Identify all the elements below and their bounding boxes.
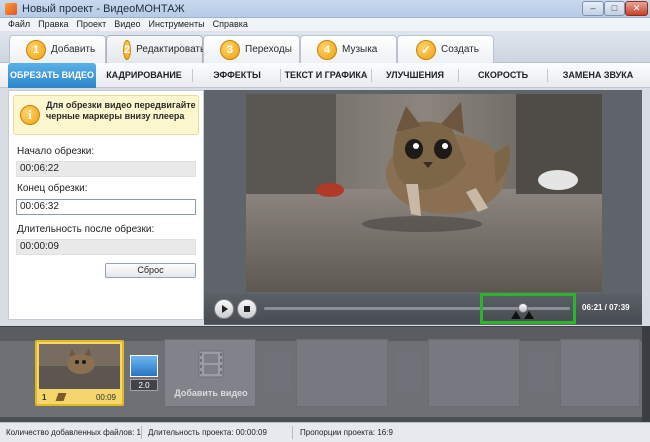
minimize-button[interactable]: – (582, 1, 604, 16)
tab-label: Добавить (51, 44, 96, 55)
edit-subtabs: ОБРЕЗАТЬ ВИДЕО КАДРИРОВАНИЕ ЭФФЕКТЫ ТЕКС… (0, 63, 650, 88)
empty-transition-slot (396, 353, 422, 391)
window-title: Новый проект - ВидеоМОНТАЖ (22, 3, 185, 15)
tab-create[interactable]: ✓ Создать (397, 35, 494, 63)
hint-box: i Для обрезки видео передвигайте черные … (13, 95, 199, 135)
divider (192, 69, 193, 82)
menu-bar: Файл Правка Проект Видео Инструменты Спр… (0, 18, 650, 31)
playback-time: 06:21 / 07:39 (582, 303, 630, 312)
divider (141, 426, 142, 439)
status-files-count: Количество добавленных файлов: 1 (6, 428, 141, 437)
divider (280, 69, 281, 82)
close-button[interactable]: ✕ (625, 1, 648, 16)
menu-tools[interactable]: Инструменты (145, 18, 209, 31)
trim-start-label: Начало обрезки: (17, 146, 95, 157)
video-preview[interactable] (246, 94, 602, 292)
tab-music[interactable]: 4 Музыка (300, 35, 397, 63)
subtab-crop[interactable]: КАДРИРОВАНИЕ (100, 63, 188, 88)
timeline-clip[interactable]: 1 00:09 (35, 340, 124, 406)
tab-label: Музыка (342, 44, 378, 55)
transition-slot[interactable]: 2.0 (130, 355, 158, 391)
edit-pencil-icon[interactable] (55, 393, 67, 401)
play-button[interactable] (214, 299, 234, 319)
reset-button[interactable]: Сброс (105, 263, 196, 278)
stop-button[interactable] (237, 299, 257, 319)
step-number-badge: 2 (123, 39, 132, 60)
maximize-button[interactable]: □ (604, 1, 625, 16)
play-icon (222, 305, 228, 313)
player-controls (204, 294, 642, 324)
info-icon: i (20, 105, 40, 125)
empty-transition-slot (528, 353, 554, 391)
trim-start-field[interactable]: 00:06:22 (16, 161, 196, 177)
timeline-scrollbar[interactable] (642, 327, 650, 423)
menu-help[interactable]: Справка (209, 18, 252, 31)
subtab-audio-replace[interactable]: ЗАМЕНА ЗВУКА (550, 63, 646, 88)
trim-end-label: Конец обрезки: (17, 183, 88, 194)
film-strip-icon (198, 350, 224, 378)
transition-thumbnail (130, 355, 158, 377)
video-player (204, 90, 642, 325)
timeline: 1 00:09 2.0 Добавить видео (0, 326, 650, 423)
tab-add[interactable]: 1 Добавить (9, 35, 106, 63)
tab-transitions[interactable]: 3 Переходы (203, 35, 300, 63)
step-number-badge: 4 (317, 39, 337, 60)
status-aspect-ratio: Пропорции проекта: 16:9 (300, 428, 393, 437)
status-project-duration: Длительность проекта: 00:00:09 (148, 428, 267, 437)
clip-footer: 1 00:09 (39, 391, 120, 404)
tab-label: Создать (441, 44, 480, 55)
subtab-trim[interactable]: ОБРЕЗАТЬ ВИДЕО (8, 63, 96, 88)
divider (292, 426, 293, 439)
empty-clip-slot (296, 339, 388, 407)
divider (547, 69, 548, 82)
step-tabs: 1 Добавить 2 Редактировать 3 Переходы 4 … (0, 31, 650, 63)
subtab-effects[interactable]: ЭФФЕКТЫ (196, 63, 278, 88)
add-video-label: Добавить видео (174, 388, 248, 398)
kitten-frame-image (246, 94, 602, 292)
menu-edit[interactable]: Правка (34, 18, 72, 31)
checkmark-icon: ✓ (416, 39, 436, 60)
subtab-text-graphics[interactable]: ТЕКСТ И ГРАФИКА (283, 63, 369, 88)
tab-label: Переходы (245, 44, 292, 55)
app-logo-icon (5, 3, 17, 15)
tab-label: Редактировать (136, 44, 206, 55)
menu-file[interactable]: Файл (4, 18, 34, 31)
title-bar: Новый проект - ВидеоМОНТАЖ – □ ✕ (0, 0, 650, 18)
menu-video[interactable]: Видео (110, 18, 144, 31)
add-video-button[interactable]: Добавить видео (164, 339, 256, 407)
trim-panel: i Для обрезки видео передвигайте черные … (8, 90, 204, 320)
clip-number: 1 (42, 393, 47, 402)
subtab-enhancements[interactable]: УЛУЧШЕНИЯ (374, 63, 456, 88)
clip-thumbnail (39, 344, 120, 389)
empty-clip-slot (560, 339, 640, 407)
empty-clip-slot (428, 339, 520, 407)
trim-end-field[interactable]: 00:06:32 (16, 199, 196, 215)
transition-duration: 2.0 (130, 379, 158, 391)
stop-icon (244, 306, 250, 312)
tab-edit[interactable]: 2 Редактировать (106, 35, 206, 63)
duration-field: 00:00:09 (16, 239, 196, 255)
divider (458, 69, 459, 82)
step-number-badge: 3 (220, 39, 240, 60)
divider (371, 69, 372, 82)
empty-transition-slot (264, 353, 290, 391)
kitten-thumbnail-image (39, 344, 120, 389)
subtab-speed[interactable]: СКОРОСТЬ (461, 63, 545, 88)
duration-label: Длительность после обрезки: (17, 224, 155, 235)
status-bar: Количество добавленных файлов: 1 Длитель… (0, 422, 650, 442)
step-number-badge: 1 (26, 39, 46, 60)
menu-project[interactable]: Проект (73, 18, 111, 31)
hint-text: Для обрезки видео передвигайте черные ма… (46, 100, 196, 121)
trim-markers-highlight (480, 293, 576, 324)
clip-duration: 00:09 (95, 393, 116, 402)
